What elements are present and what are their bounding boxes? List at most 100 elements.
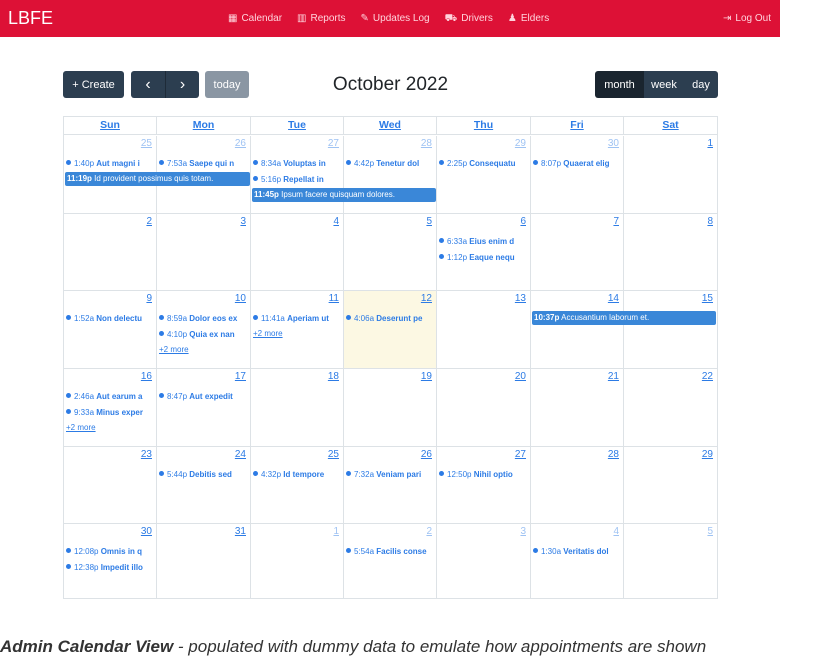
event-item[interactable]: 7:32a Veniam pari [346, 469, 435, 480]
event-item[interactable]: 12:08p Omnis in q [66, 546, 155, 557]
day-cell[interactable]: 27 [437, 447, 531, 523]
day-number[interactable]: 26 [235, 138, 246, 149]
day-cell[interactable]: 4 [531, 524, 624, 599]
nav-link-elders[interactable]: ♟ Elders [508, 13, 549, 24]
day-number[interactable]: 25 [141, 138, 152, 149]
day-number[interactable]: 4 [333, 216, 339, 227]
event-item[interactable]: 7:53a Saepe qui n [159, 158, 249, 169]
day-number[interactable]: 5 [707, 526, 713, 537]
day-number[interactable]: 29 [515, 138, 526, 149]
day-number[interactable]: 28 [421, 138, 432, 149]
day-cell[interactable]: 12 [344, 291, 437, 368]
day-cell[interactable]: 2 [344, 524, 437, 599]
day-number[interactable]: 1 [707, 138, 713, 149]
event-bar[interactable]: 11:45p Ipsum facere quisquam dolores. [252, 188, 436, 202]
day-number[interactable]: 13 [515, 293, 526, 304]
day-number[interactable]: 23 [141, 449, 152, 460]
day-number[interactable]: 25 [328, 449, 339, 460]
event-item[interactable]: 5:54a Facilis conse [346, 546, 435, 557]
day-cell[interactable]: 21 [531, 369, 624, 446]
day-number[interactable]: 30 [608, 138, 619, 149]
logout-link[interactable]: ⇥ Log Out [723, 0, 771, 37]
day-cell[interactable]: 23 [64, 447, 157, 523]
day-cell[interactable]: 28 [531, 447, 624, 523]
event-item[interactable]: 1:12p Eaque nequ [439, 252, 529, 263]
event-item[interactable]: 1:52a Non delectu [66, 313, 155, 324]
nav-link-drivers[interactable]: ⛟ Drivers [445, 13, 493, 24]
day-number[interactable]: 7 [613, 216, 619, 227]
day-number[interactable]: 10 [235, 293, 246, 304]
day-number[interactable]: 11 [329, 293, 339, 304]
next-button[interactable]: › [165, 71, 199, 98]
day-number[interactable]: 21 [608, 371, 619, 382]
day-number[interactable]: 14 [608, 293, 619, 304]
nav-link-updates-log[interactable]: ✎ Updates Log [361, 13, 430, 24]
day-cell[interactable]: 17 [157, 369, 251, 446]
day-cell[interactable]: 25 [251, 447, 344, 523]
event-item[interactable]: 4:06a Deserunt pe [346, 313, 435, 324]
day-number[interactable]: 3 [520, 526, 526, 537]
day-number[interactable]: 18 [328, 371, 339, 382]
day-number[interactable]: 3 [240, 216, 246, 227]
event-item[interactable]: 4:10p Quia ex nan [159, 329, 249, 340]
day-number[interactable]: 12 [421, 293, 432, 304]
event-item[interactable]: 4:32p Id tempore [253, 469, 342, 480]
event-item[interactable]: 8:07p Quaerat elig [533, 158, 622, 169]
event-item[interactable]: 9:33a Minus exper [66, 407, 155, 418]
event-item[interactable]: 11:41a Aperiam ut [253, 313, 342, 324]
day-number[interactable]: 26 [421, 449, 432, 460]
event-item[interactable]: 1:40p Aut magni i [66, 158, 155, 169]
day-number[interactable]: 8 [707, 216, 713, 227]
event-item[interactable]: 8:34a Voluptas in [253, 158, 342, 169]
day-number[interactable]: 6 [520, 216, 526, 227]
more-events-link[interactable]: +2 more [159, 345, 189, 354]
day-number[interactable]: 16 [141, 371, 152, 382]
day-cell[interactable]: 29 [437, 136, 531, 213]
day-cell[interactable]: 9 [64, 291, 157, 368]
day-cell[interactable]: 13 [437, 291, 531, 368]
day-number[interactable]: 19 [421, 371, 432, 382]
more-events-link[interactable]: +2 more [253, 329, 283, 338]
event-item[interactable]: 8:59a Dolor eos ex [159, 313, 249, 324]
event-item[interactable]: 6:33a Eius enim d [439, 236, 529, 247]
event-item[interactable]: 4:42p Tenetur dol [346, 158, 435, 169]
event-item[interactable]: 2:46a Aut earum a [66, 391, 155, 402]
event-item[interactable]: 2:25p Consequatu [439, 158, 529, 169]
day-number[interactable]: 17 [235, 371, 246, 382]
day-number[interactable]: 27 [515, 449, 526, 460]
day-number[interactable]: 30 [141, 526, 152, 537]
day-cell[interactable]: 29 [624, 447, 717, 523]
create-button[interactable]: + Create [63, 71, 124, 98]
day-cell[interactable]: 8 [624, 214, 717, 290]
day-cell[interactable]: 3 [437, 524, 531, 599]
view-day-button[interactable]: day [684, 71, 718, 98]
day-number[interactable]: 27 [328, 138, 339, 149]
event-bar[interactable]: 10:37p Accusantium laborum et. [532, 311, 716, 325]
nav-link-calendar[interactable]: ▦ Calendar [228, 13, 282, 24]
day-number[interactable]: 2 [426, 526, 432, 537]
day-cell[interactable]: 5 [344, 214, 437, 290]
view-week-button[interactable]: week [644, 71, 684, 98]
view-month-button[interactable]: month [595, 71, 644, 98]
event-item[interactable]: 8:47p Aut expedit [159, 391, 249, 402]
day-cell[interactable]: 15 [624, 291, 717, 368]
day-number[interactable]: 28 [608, 449, 619, 460]
day-cell[interactable]: 5 [624, 524, 717, 599]
event-item[interactable]: 5:44p Debitis sed [159, 469, 249, 480]
day-number[interactable]: 4 [613, 526, 619, 537]
prev-button[interactable]: ‹ [131, 71, 165, 98]
nav-link-reports[interactable]: ▥ Reports [297, 13, 345, 24]
day-cell[interactable]: 22 [624, 369, 717, 446]
day-number[interactable]: 31 [235, 526, 246, 537]
day-cell[interactable]: 1 [251, 524, 344, 599]
day-number[interactable]: 1 [333, 526, 339, 537]
day-cell[interactable]: 3 [157, 214, 251, 290]
event-item[interactable]: 1:30a Veritatis dol [533, 546, 622, 557]
today-button[interactable]: today [205, 71, 249, 98]
day-cell[interactable]: 14 [531, 291, 624, 368]
day-cell[interactable]: 24 [157, 447, 251, 523]
day-cell[interactable]: 2 [64, 214, 157, 290]
event-item[interactable]: 12:38p Impedit illo [66, 562, 155, 573]
day-number[interactable]: 15 [702, 293, 713, 304]
day-cell[interactable]: 31 [157, 524, 251, 599]
